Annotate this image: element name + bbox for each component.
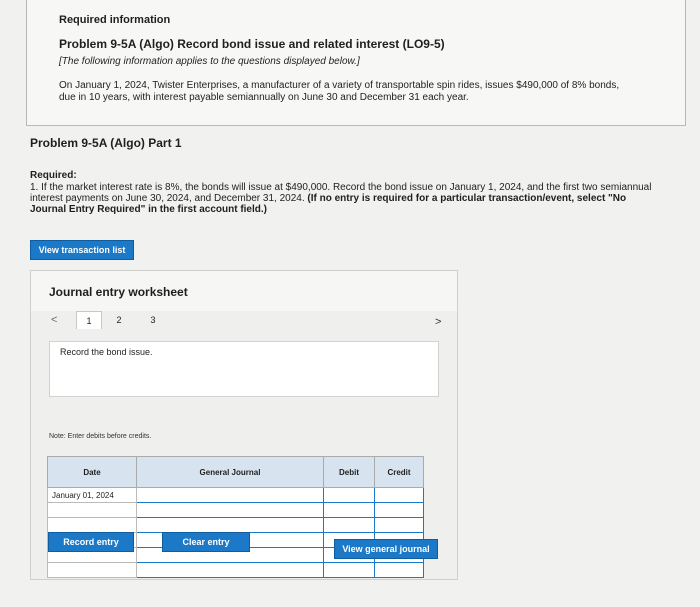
table-row [47, 502, 424, 518]
tab-entry-1[interactable]: 1 [76, 311, 102, 329]
debit-input[interactable] [323, 487, 375, 503]
date-column-header: Date [47, 456, 137, 488]
record-entry-button[interactable]: Record entry [48, 532, 134, 552]
worksheet-header: Journal entry worksheet [31, 271, 457, 311]
tab-entry-3[interactable]: 3 [140, 311, 166, 329]
date-cell [47, 562, 137, 578]
debits-note: Note: Enter debits before credits. [49, 433, 152, 440]
debit-input[interactable] [323, 517, 375, 533]
credit-input[interactable] [374, 502, 424, 518]
clear-entry-button[interactable]: Clear entry [162, 532, 250, 552]
info-note: [The following information applies to th… [59, 56, 360, 67]
tab-entry-2[interactable]: 2 [106, 311, 132, 329]
credit-input[interactable] [374, 562, 424, 578]
debit-column-header: Debit [323, 456, 375, 488]
credit-column-header: Credit [374, 456, 424, 488]
debit-input[interactable] [323, 502, 375, 518]
debit-input[interactable] [323, 562, 375, 578]
view-general-journal-button[interactable]: View general journal [334, 539, 438, 559]
date-cell: January 01, 2024 [47, 487, 137, 503]
entry-description: Record the bond issue. [60, 347, 153, 357]
required-information-title: Required information [59, 14, 171, 26]
view-transaction-list-button[interactable]: View transaction list [30, 240, 134, 260]
part-title: Problem 9-5A (Algo) Part 1 [30, 136, 182, 150]
worksheet-title: Journal entry worksheet [49, 285, 188, 299]
account-input[interactable] [136, 517, 324, 533]
account-input[interactable] [136, 487, 324, 503]
entry-description-box: Record the bond issue. [49, 341, 439, 397]
problem-title: Problem 9-5A (Algo) Record bond issue an… [59, 37, 445, 51]
date-cell [47, 517, 137, 533]
required-text: 1. If the market interest rate is 8%, th… [30, 182, 660, 215]
account-input[interactable] [136, 562, 324, 578]
problem-description: On January 1, 2024, Twister Enterprises,… [59, 80, 620, 103]
required-information-box: Required information Problem 9-5A (Algo)… [26, 0, 686, 126]
table-row [47, 562, 424, 578]
table-row: January 01, 2024 [47, 487, 424, 503]
general-journal-column-header: General Journal [136, 456, 324, 488]
credit-input[interactable] [374, 517, 424, 533]
next-entry-chevron-icon[interactable]: > [435, 316, 441, 328]
required-label: Required: [30, 170, 77, 181]
date-cell [47, 502, 137, 518]
account-input[interactable] [136, 502, 324, 518]
journal-table: Date General Journal Debit Credit Januar… [47, 456, 424, 578]
credit-input[interactable] [374, 487, 424, 503]
table-row [47, 517, 424, 533]
previous-entry-chevron-icon[interactable]: < [51, 314, 57, 326]
